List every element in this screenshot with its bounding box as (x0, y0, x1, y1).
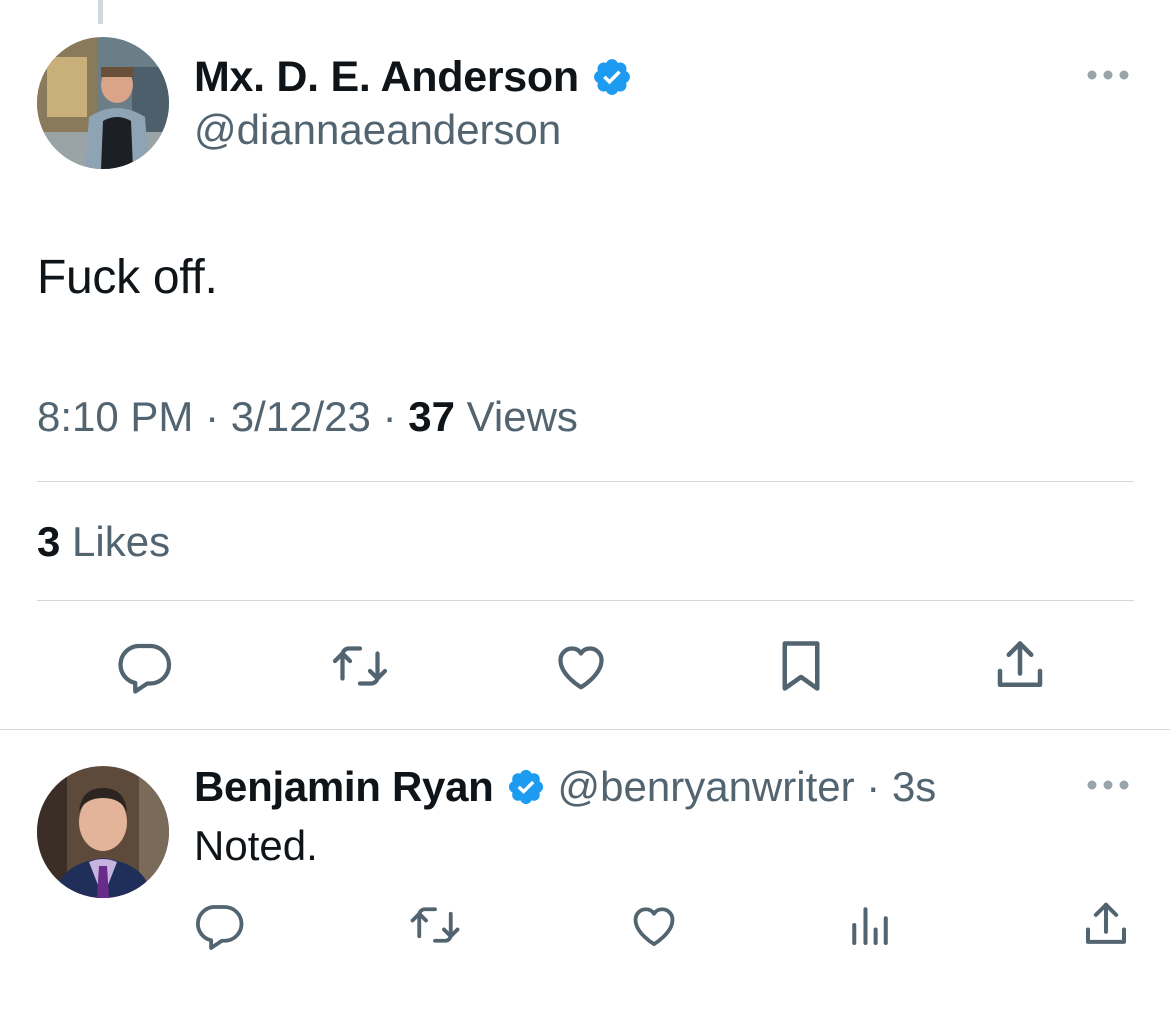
more-options-icon[interactable] (1085, 68, 1131, 82)
reply-text: Noted. (194, 822, 318, 869)
like-icon[interactable] (551, 636, 611, 696)
like-icon[interactable] (627, 898, 681, 952)
reply-header: Benjamin Ryan @benryanwriter · 3s (194, 762, 936, 812)
retweet-icon[interactable] (408, 898, 462, 952)
verified-badge-icon (508, 769, 543, 805)
bookmark-icon[interactable] (771, 636, 831, 696)
likes-label: Likes (72, 518, 171, 565)
reply-icon[interactable] (192, 898, 246, 952)
reply-author-handle[interactable]: @benryanwriter (558, 763, 855, 811)
divider (37, 481, 1134, 482)
share-icon[interactable] (1079, 898, 1133, 952)
views-count: 37 (408, 393, 455, 440)
reply-age[interactable]: 3s (892, 763, 936, 811)
reply-icon[interactable] (114, 636, 174, 696)
author-name-row: Mx. D. E. Anderson (194, 52, 633, 102)
reply-author-display-name[interactable]: Benjamin Ryan (194, 763, 494, 811)
retweet-icon[interactable] (330, 636, 390, 696)
reply-separator: · (866, 763, 881, 810)
more-options-icon[interactable] (1085, 778, 1131, 792)
thread-connector-line (98, 0, 103, 24)
tweet-time[interactable]: 8:10 PM (37, 393, 193, 440)
likes-count: 3 (37, 518, 61, 565)
tweet-date[interactable]: 3/12/23 (231, 393, 371, 440)
author-display-name[interactable]: Mx. D. E. Anderson (194, 53, 579, 102)
views-icon[interactable] (843, 898, 897, 952)
reply-author-avatar[interactable] (37, 766, 169, 898)
meta-separator: · (382, 393, 397, 440)
share-icon[interactable] (990, 636, 1050, 696)
tweet-meta: 8:10 PM · 3/12/23 · 37 Views (37, 393, 578, 441)
tweet-text: Fuck off. (37, 251, 218, 304)
divider (37, 600, 1134, 601)
views-label: Views (466, 393, 578, 440)
meta-separator: · (205, 393, 220, 440)
author-avatar[interactable] (37, 37, 169, 169)
author-handle[interactable]: @diannaeanderson (194, 106, 561, 154)
verified-badge-icon (593, 59, 630, 95)
likes-link[interactable]: 3 Likes (37, 518, 170, 566)
section-divider (0, 729, 1170, 730)
